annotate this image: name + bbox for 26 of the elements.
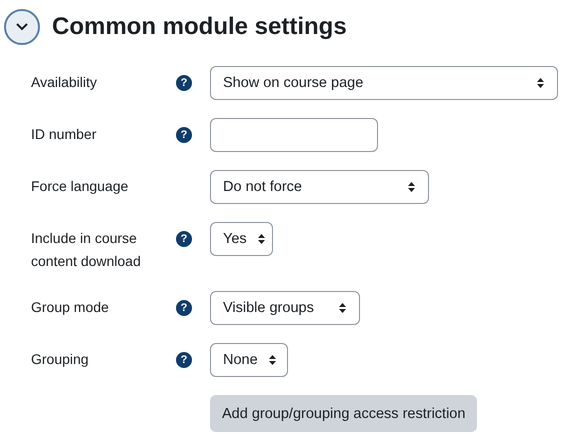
add-restriction-button[interactable]: Add group/grouping access restriction [210,395,478,432]
field-label: Grouping [31,350,90,369]
help-icon[interactable]: ? [176,300,192,316]
field-label: ID number [31,125,98,144]
dropdown[interactable]: Show on course page [210,66,558,100]
help-icon[interactable]: ? [176,231,192,247]
sort-caret-icon [536,77,545,89]
help-icon[interactable]: ? [176,75,192,91]
field-label: Force language [31,177,130,196]
help-icon[interactable]: ? [176,352,192,368]
collapse-toggle[interactable] [4,8,40,44]
dropdown[interactable]: Do not force [210,170,429,204]
input-field[interactable] [210,118,378,152]
sort-caret-icon [338,302,347,314]
sort-caret-icon [268,354,277,366]
dropdown[interactable]: None [210,343,288,377]
sort-caret-icon [407,181,416,193]
chevron-down-icon [15,22,29,31]
field-label: Group mode [31,298,110,317]
dropdown[interactable]: Yes [210,222,273,256]
field-label: Include in course content download [31,229,142,271]
section-title: Common module settings [52,12,347,40]
sort-caret-icon [256,233,266,245]
field-label: Availability [31,73,98,92]
dropdown[interactable]: Visible groups [210,291,360,325]
help-icon[interactable]: ? [176,127,192,143]
